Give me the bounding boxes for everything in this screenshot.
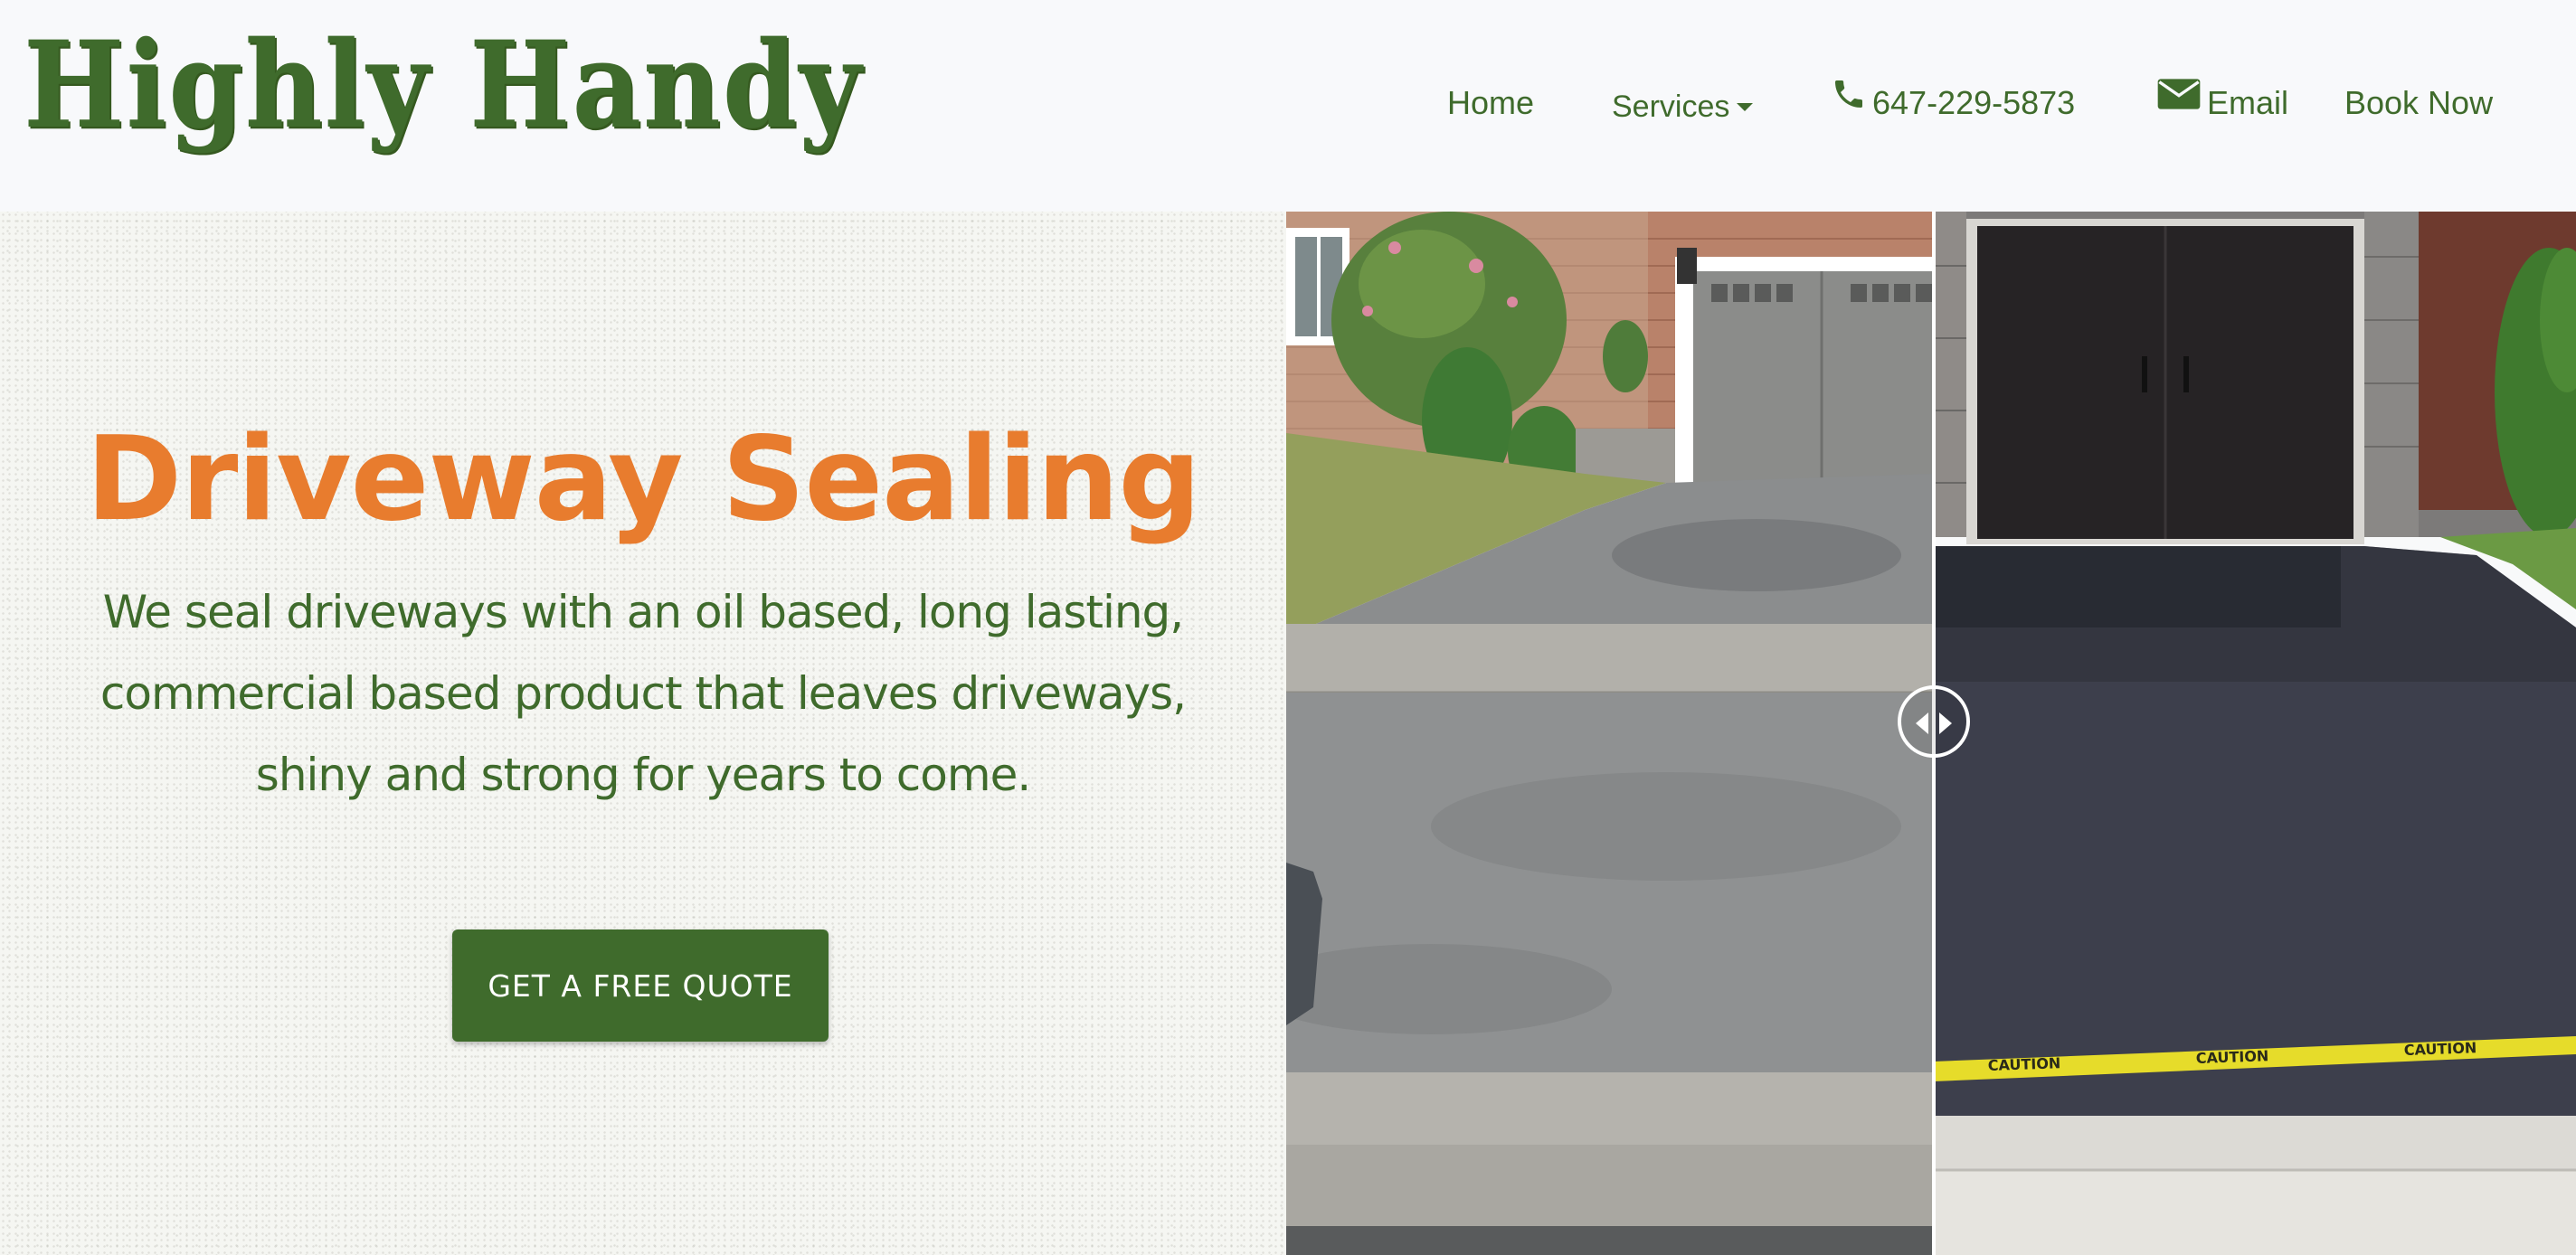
site-logo[interactable]: Highly Handy <box>24 24 863 145</box>
site-header: Highly Handy Home Services 647-229-5873 … <box>0 0 2576 212</box>
nav-email-link[interactable]: Email <box>2156 79 2289 127</box>
nav-phone-link[interactable]: 647-229-5873 <box>1831 80 2075 127</box>
phone-icon <box>1831 76 1867 125</box>
hero-section: Driveway Sealing We seal driveways with … <box>0 212 1286 1255</box>
before-after-image-slider[interactable]: CAUTION CAUTION CAUTION <box>1286 212 2576 1255</box>
envelope-icon <box>2156 76 2202 125</box>
hero-description: We seal driveways with an oil based, lon… <box>99 586 1187 801</box>
arrow-right-icon <box>1939 712 1952 734</box>
nav-services-dropdown[interactable]: Services <box>1612 83 1754 130</box>
svg-text:CAUTION: CAUTION <box>2195 1047 2268 1067</box>
svg-text:CAUTION: CAUTION <box>2403 1039 2477 1059</box>
nav-email-label: Email <box>2207 84 2289 121</box>
before-image <box>1286 212 1934 1255</box>
get-free-quote-button[interactable]: GET A FREE QUOTE <box>452 929 829 1042</box>
svg-text:CAUTION: CAUTION <box>1987 1054 2060 1074</box>
after-image: CAUTION CAUTION CAUTION <box>1934 212 2576 1255</box>
nav-phone-label: 647-229-5873 <box>1872 84 2076 121</box>
nav-book-now-link[interactable]: Book Now <box>2344 80 2493 127</box>
arrow-left-icon <box>1916 712 1928 734</box>
left-right-arrows-icon[interactable] <box>1898 685 1970 758</box>
nav-services-label: Services <box>1612 90 1730 124</box>
nav-home-link[interactable]: Home <box>1447 80 1534 127</box>
chevron-down-icon <box>1737 102 1754 111</box>
hero-title: Driveway Sealing <box>85 412 1201 547</box>
